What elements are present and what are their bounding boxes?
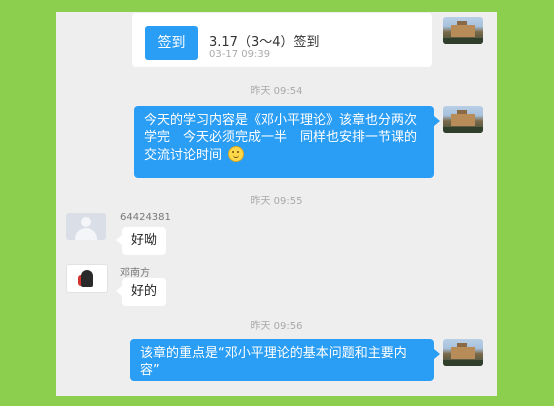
checkin-button[interactable]: 签到 (145, 26, 198, 60)
avatar-image-detail (443, 127, 483, 133)
checkin-time: 03-17 09:39 (209, 49, 271, 60)
avatar-image-detail (443, 360, 483, 366)
avatar-image-detail (451, 25, 475, 37)
message-text: 今天的学习内容是《邓小平理论》该章也分两次学完 今天必须完成一半 同样也安排一节… (144, 113, 418, 163)
student-avatar-image[interactable] (66, 264, 108, 293)
checkin-title: 3.17（3～4）签到 (209, 35, 320, 50)
sender-name: 64424381 (120, 212, 171, 223)
avatar-image-detail (81, 270, 93, 287)
message-text: 好呦 (131, 233, 158, 248)
avatar-body-shape (75, 228, 97, 240)
message-bubble-incoming[interactable]: 好的 (115, 278, 167, 306)
chat-window: 签到 3.17（3～4）签到 03-17 09:39 昨天 09:54 今天的学… (56, 12, 497, 396)
teacher-avatar[interactable] (443, 106, 483, 133)
message-bubble-outgoing[interactable]: 该章的重点是“邓小平理论的基本问题和主要内容” (130, 339, 440, 381)
checkin-card[interactable]: 签到 3.17（3～4）签到 03-17 09:39 (132, 13, 432, 67)
avatar-image-detail (443, 38, 483, 44)
avatar-image-detail (451, 347, 475, 359)
teacher-avatar[interactable] (443, 339, 483, 366)
message-timestamp: 昨天 09:55 (250, 196, 303, 207)
message-text: 该章的重点是“邓小平理论的基本问题和主要内容” (140, 346, 407, 378)
avatar-head-shape (81, 217, 91, 227)
message-text: 好的 (131, 284, 158, 299)
teacher-avatar[interactable] (443, 17, 483, 44)
message-timestamp: 昨天 09:56 (250, 321, 303, 332)
message-bubble-outgoing[interactable]: 今天的学习内容是《邓小平理论》该章也分两次学完 今天必须完成一半 同样也安排一节… (134, 106, 440, 178)
sender-name: 邓南方 (120, 268, 150, 279)
message-bubble-incoming[interactable]: 好呦 (115, 227, 167, 255)
avatar-image-detail (451, 114, 475, 126)
student-avatar-default[interactable] (66, 213, 106, 240)
smile-emoji-icon (228, 146, 245, 162)
message-timestamp: 昨天 09:54 (250, 86, 303, 97)
